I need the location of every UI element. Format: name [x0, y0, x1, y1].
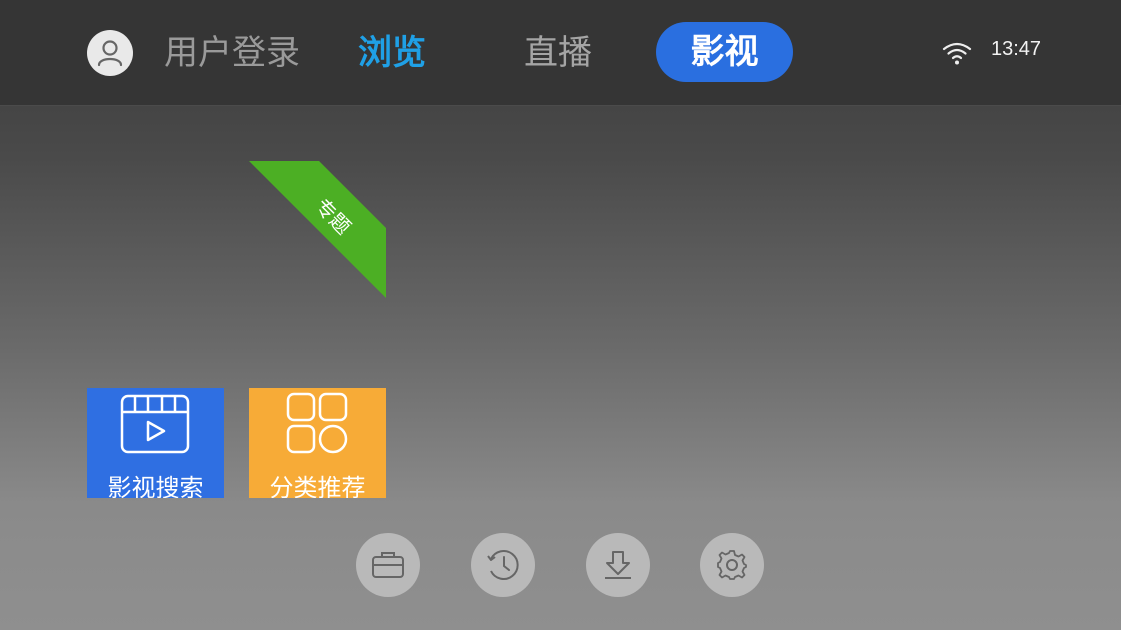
status-time: 13:47	[991, 38, 1042, 60]
tab-browse[interactable]: 浏览	[358, 30, 426, 76]
download-button[interactable]	[586, 533, 650, 597]
video-search-tile[interactable]: 影视搜索	[87, 388, 224, 498]
tile-label: 影视搜索	[107, 474, 204, 498]
folder-icon	[372, 552, 404, 578]
tab-live[interactable]: 直播	[524, 30, 592, 76]
user-login-link[interactable]: 用户登录	[164, 30, 300, 76]
featured-topic-card[interactable]: 专题	[249, 161, 386, 298]
history-clock-icon	[487, 550, 519, 580]
download-icon	[605, 551, 631, 579]
settings-gear-icon	[717, 550, 747, 580]
settings-button[interactable]	[700, 533, 764, 597]
category-recommend-tile[interactable]: 分类推荐	[249, 388, 386, 498]
film-play-icon	[120, 394, 190, 454]
history-button[interactable]	[471, 533, 535, 597]
category-grid-icon	[286, 392, 348, 454]
top-navigation-bar: 用户登录 浏览 直播 影视 13:47	[0, 0, 1121, 106]
user-avatar[interactable]	[87, 30, 133, 76]
tab-video[interactable]: 影视	[656, 22, 793, 82]
user-icon	[97, 40, 123, 67]
wifi-icon	[942, 42, 972, 65]
tile-label: 分类推荐	[269, 474, 366, 498]
files-button[interactable]	[356, 533, 420, 597]
